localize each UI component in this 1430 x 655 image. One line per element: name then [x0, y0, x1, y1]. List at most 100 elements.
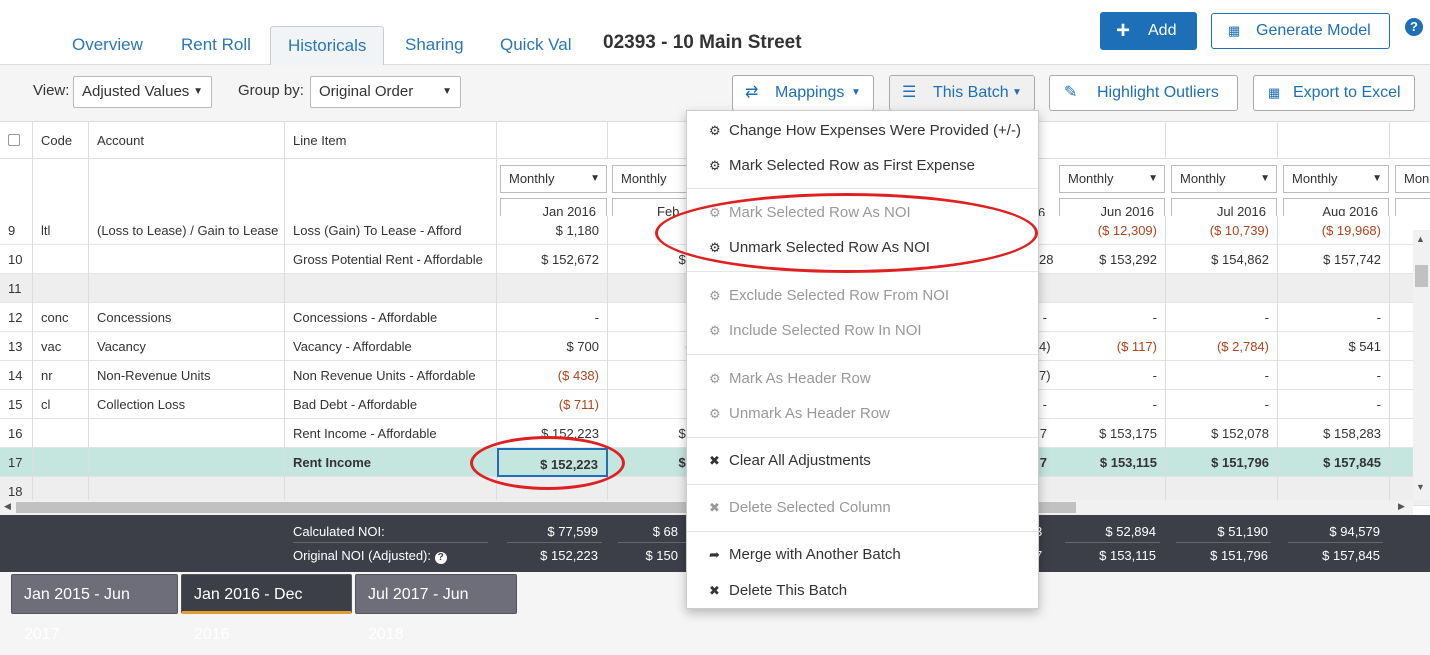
cell-value[interactable]: 28	[1039, 245, 1055, 274]
cell-value[interactable]: ($ 10,739)	[1166, 216, 1278, 245]
cell-account[interactable]: Non-Revenue Units	[89, 361, 285, 390]
vertical-scrollbar[interactable]: ▲ ▼	[1413, 230, 1430, 500]
cell-code[interactable]	[33, 274, 89, 303]
tab-quick-val[interactable]: Quick Val	[483, 26, 589, 65]
cell-line-item[interactable]: Gross Potential Rent - Affordable	[285, 245, 497, 274]
mappings-button[interactable]: ⇄ Mappings ▼	[732, 75, 874, 111]
frequency-select[interactable]: Monthly ▼	[1059, 165, 1165, 193]
cell-value[interactable]: $ 700	[497, 332, 608, 361]
row-number[interactable]: 13	[0, 332, 33, 361]
menu-delete-column[interactable]: ✖ Delete Selected Column	[709, 496, 891, 520]
view-select[interactable]: Adjusted Values ▼	[73, 76, 212, 108]
cell-account[interactable]	[89, 419, 285, 448]
cell-line-item[interactable]: Rent Income	[285, 448, 497, 477]
cell-account[interactable]: (Loss to Lease) / Gain to Lease	[89, 216, 285, 245]
row-number[interactable]: 11	[0, 274, 33, 303]
row-number[interactable]: 12	[0, 303, 33, 332]
cell-code[interactable]: cl	[33, 390, 89, 419]
menu-merge-batch[interactable]: ➦ Merge with Another Batch	[709, 543, 901, 567]
row-number[interactable]: 17	[0, 448, 33, 477]
cell-value[interactable]: -	[1039, 390, 1055, 419]
cell-value[interactable]: $ 1,180	[497, 216, 608, 245]
cell-value[interactable]: -	[1278, 303, 1390, 332]
row-number[interactable]: 14	[0, 361, 33, 390]
cell-value[interactable]: -	[1278, 361, 1390, 390]
tab-sharing[interactable]: Sharing	[388, 26, 481, 65]
cell-value[interactable]: -	[1055, 361, 1166, 390]
cell-code[interactable]	[33, 419, 89, 448]
cell-value[interactable]: ($ 19,968)	[1278, 216, 1390, 245]
cell-account[interactable]: Vacancy	[89, 332, 285, 361]
row-number[interactable]: 16	[0, 419, 33, 448]
cell-value[interactable]: $ 153,175	[1055, 419, 1166, 448]
cell-value[interactable]: $ 153,115	[1055, 448, 1166, 477]
cell-line-item[interactable]: Concessions - Affordable	[285, 303, 497, 332]
tab-historicals[interactable]: Historicals	[270, 26, 385, 65]
cell-value[interactable]: $ 154,862	[1166, 245, 1278, 274]
cell-value[interactable]: $ 152,672	[497, 245, 608, 274]
cell-value[interactable]: ($ 711)	[497, 390, 608, 419]
row-number[interactable]: 15	[0, 390, 33, 419]
frequency-select[interactable]: Monthly ▼	[1283, 165, 1389, 193]
row-number[interactable]: 9	[0, 216, 33, 245]
cell-value[interactable]: $ 157,742	[1278, 245, 1390, 274]
cell-value[interactable]: ($ 12,309)	[1055, 216, 1166, 245]
scroll-right-icon[interactable]: ▶	[1398, 501, 1405, 512]
cell-line-item[interactable]: Vacancy - Affordable	[285, 332, 497, 361]
scroll-thumb[interactable]	[1415, 265, 1428, 287]
cell-value[interactable]: ($ 438)	[497, 361, 608, 390]
menu-exclude-noi[interactable]: ⚙ Exclude Selected Row From NOI	[709, 284, 949, 308]
cell-account[interactable]	[89, 448, 285, 477]
frequency-select[interactable]: Monthly	[612, 165, 692, 193]
batch-tab[interactable]: Jan 2015 - Jun 2017	[11, 574, 178, 643]
help-icon[interactable]: ?	[1405, 18, 1423, 36]
col-code-header[interactable]: Code	[33, 122, 89, 159]
cell-value[interactable]: $ 158,283	[1278, 419, 1390, 448]
cell-value[interactable]: ($ 2,784)	[1166, 332, 1278, 361]
cell-value[interactable]	[1166, 274, 1278, 303]
scroll-down-icon[interactable]: ▼	[1416, 482, 1425, 492]
cell-value[interactable]: -	[1166, 361, 1278, 390]
cell-line-item[interactable]: Non Revenue Units - Affordable	[285, 361, 497, 390]
cell-value[interactable]	[497, 274, 608, 303]
cell-value[interactable]: ($ 117)	[1055, 332, 1166, 361]
cell-line-item[interactable]: Bad Debt - Affordable	[285, 390, 497, 419]
batch-tab-active[interactable]: Jan 2016 - Dec 2016	[181, 574, 352, 643]
this-batch-button[interactable]: ☰ This Batch ▼	[889, 75, 1035, 111]
cell-value[interactable]: -	[1166, 303, 1278, 332]
col-account-header[interactable]: Account	[89, 122, 285, 159]
menu-mark-header[interactable]: ⚙ Mark As Header Row	[709, 367, 871, 391]
group-by-select[interactable]: Original Order ▼	[310, 76, 461, 108]
row-number[interactable]: 10	[0, 245, 33, 274]
cell-line-item[interactable]: Loss (Gain) To Lease - Afford	[285, 216, 497, 245]
cell-account[interactable]	[89, 245, 285, 274]
frequency-select[interactable]: Mon	[1395, 165, 1430, 193]
menu-unmark-header[interactable]: ⚙ Unmark As Header Row	[709, 402, 890, 426]
cell-account[interactable]	[89, 274, 285, 303]
cell-value[interactable]: $ 152,078	[1166, 419, 1278, 448]
cell-code[interactable]	[33, 245, 89, 274]
batch-tab[interactable]: Jul 2017 - Jun 2018	[355, 574, 517, 643]
cell-code[interactable]: ltl	[33, 216, 89, 245]
cell-line-item[interactable]: Rent Income - Affordable	[285, 419, 497, 448]
cell-value[interactable]	[1278, 274, 1390, 303]
help-icon[interactable]: ?	[434, 552, 447, 564]
col-line-item-header[interactable]: Line Item	[285, 122, 497, 159]
select-all-checkbox[interactable]	[0, 122, 33, 159]
cell-value[interactable]: -	[497, 303, 608, 332]
cell-value[interactable]: -	[1166, 390, 1278, 419]
tab-rent-roll[interactable]: Rent Roll	[164, 26, 268, 65]
cell-value[interactable]: -	[1055, 303, 1166, 332]
cell-code[interactable]: vac	[33, 332, 89, 361]
cell-value[interactable]	[1039, 216, 1055, 245]
cell-value[interactable]: 7)	[1039, 361, 1055, 390]
export-excel-button[interactable]: ▦ Export to Excel	[1253, 75, 1415, 111]
cell-value[interactable]: 7	[1039, 448, 1055, 477]
cell-value[interactable]: -	[1278, 390, 1390, 419]
menu-mark-first-expense[interactable]: ⚙ Mark Selected Row as First Expense	[709, 154, 975, 178]
cell-line-item[interactable]	[285, 274, 497, 303]
cell-value[interactable]: 4)	[1039, 332, 1055, 361]
cell-code[interactable]	[33, 448, 89, 477]
cell-value[interactable]	[1039, 274, 1055, 303]
cell-account[interactable]: Concessions	[89, 303, 285, 332]
